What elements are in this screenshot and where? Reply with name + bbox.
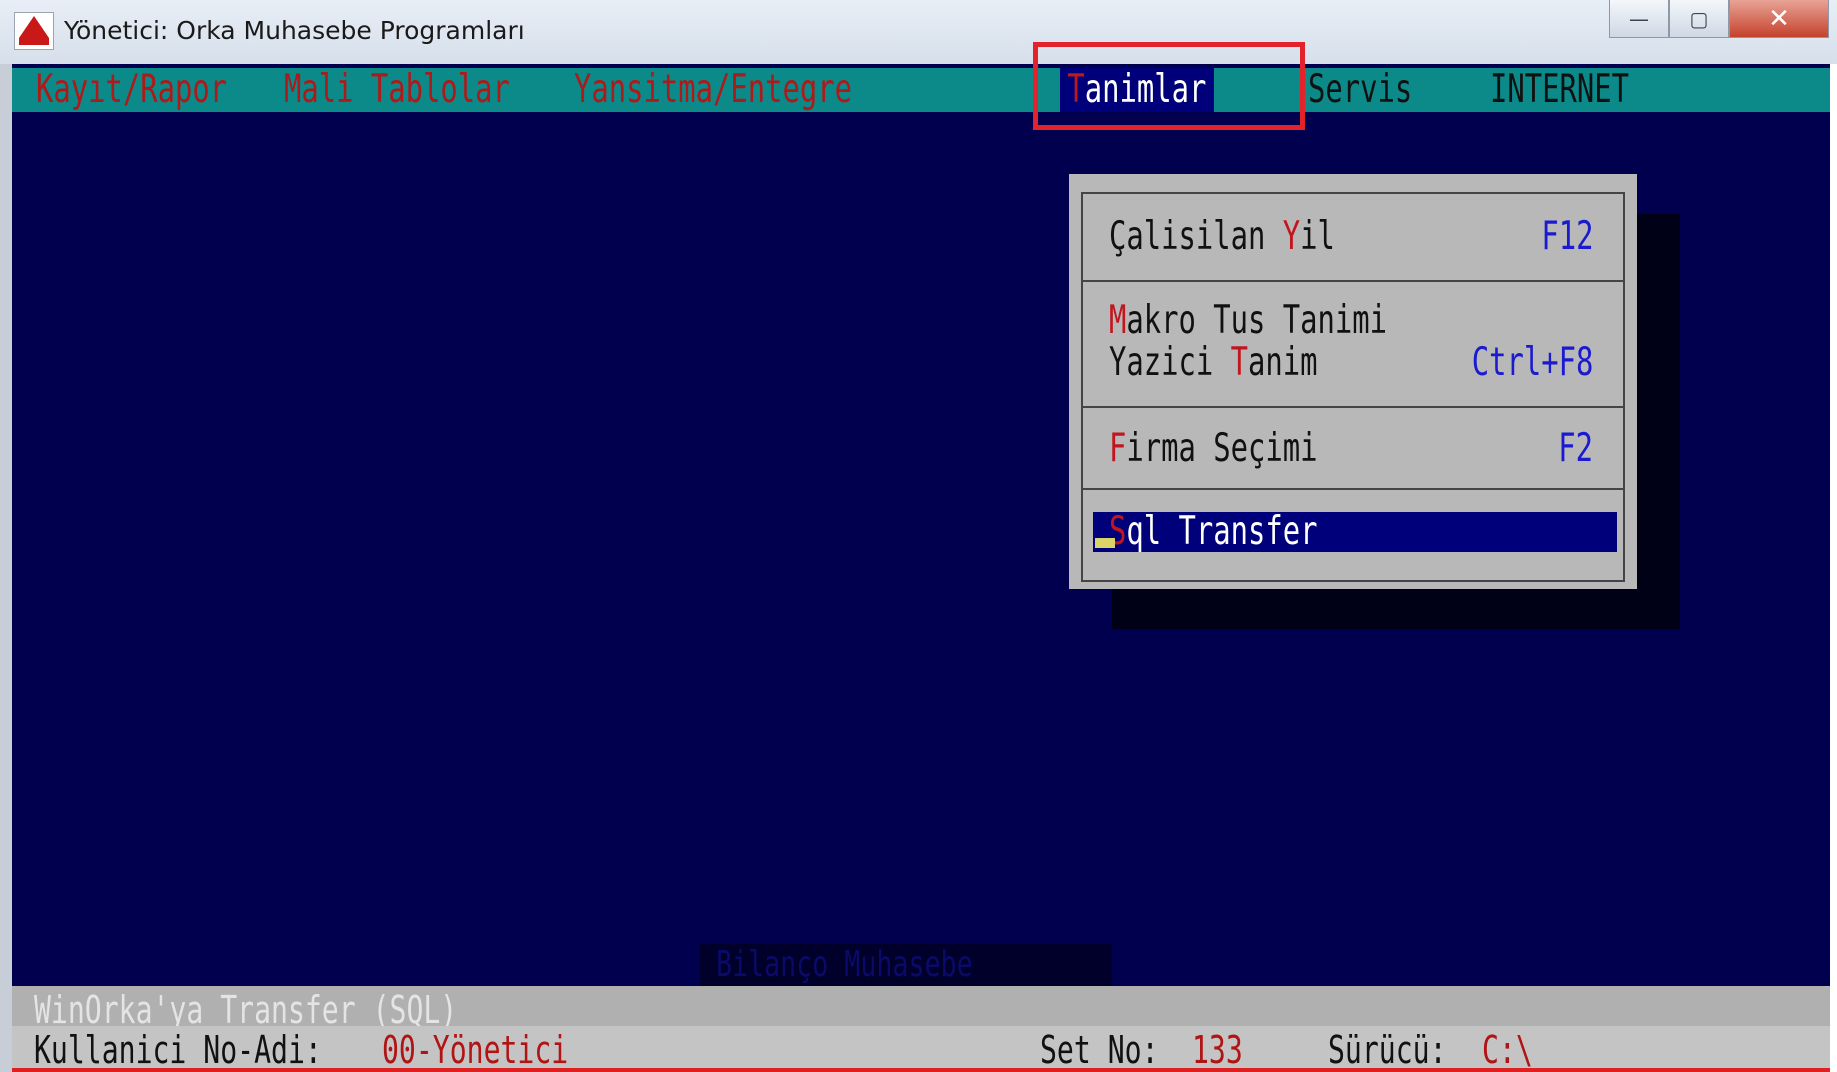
menu-kayit-rapor[interactable]: Kayıt/Rapor — [36, 68, 227, 112]
window-left-frame — [0, 64, 12, 1072]
menu-item-sql-transfer[interactable]: Sql Transfer — [1093, 512, 1617, 552]
item-label: akro Tus Tanimi — [1126, 298, 1388, 343]
menu-servis[interactable]: Servis — [1308, 68, 1412, 112]
shortcut-ctrl-f8: Ctrl+F8 — [1471, 340, 1593, 385]
hotkey-letter: F — [1109, 426, 1127, 471]
annotation-highlight-box — [1033, 42, 1305, 130]
close-button[interactable]: ✕ — [1729, 0, 1829, 38]
menu-item-firma-secimi[interactable]: Firma Seçimi F2 — [1083, 426, 1623, 474]
text-cursor — [1095, 538, 1115, 548]
window-titlebar[interactable]: Yönetici: Orka Muhasebe Programları — ▢ … — [0, 0, 1837, 64]
hotkey-letter: M — [1109, 298, 1127, 343]
app-logo-icon — [14, 12, 54, 50]
shortcut-f12: F12 — [1540, 214, 1593, 259]
item-label: alisilan — [1126, 214, 1283, 259]
menu-mali-tablolar[interactable]: Mali Tablolar — [284, 68, 510, 112]
menu-item-makro-tus-tanimi[interactable]: Makro Tus Tanimi — [1083, 298, 1623, 343]
menu-separator — [1083, 406, 1623, 408]
shortcut-f2: F2 — [1558, 426, 1593, 471]
user-value: 00-Yönetici — [382, 1028, 569, 1072]
status-info-row: Kullanici No-Adi: 00-Yönetici Set No: 13… — [12, 1026, 1830, 1072]
drive-label: Sürücü: — [1328, 1028, 1464, 1072]
item-label: irma Seçimi — [1126, 426, 1318, 471]
hotkey-letter: T — [1230, 340, 1249, 385]
item-label: Yazici — [1109, 340, 1231, 385]
main-menubar: Kayıt/Rapor Mali Tablolar Yansitma/Enteg… — [12, 68, 1830, 112]
window-title: Yönetici: Orka Muhasebe Programları — [64, 16, 525, 45]
tanimlar-dropdown: Çalisilan Yil F12 Makro Tus Tanimi Yazic… — [1069, 174, 1637, 589]
item-label: ql Transfer — [1126, 509, 1318, 554]
item-label: anim — [1248, 340, 1318, 385]
set-no-value: 133 — [1192, 1028, 1243, 1072]
menu-separator — [1083, 280, 1623, 282]
minimize-button[interactable]: — — [1609, 0, 1669, 38]
set-no-label: Set No: — [1040, 1028, 1176, 1072]
status-bar: WinOrka'ya Transfer (SQL) Kullanici No-A… — [12, 986, 1830, 1072]
maximize-button[interactable]: ▢ — [1669, 0, 1729, 38]
menu-yansitma-entegre[interactable]: Yansitma/Entegre — [574, 68, 852, 112]
menu-item-yazici-tanim[interactable]: Yazici Tanim Ctrl+F8 — [1083, 340, 1623, 385]
background-program-label: Bilanço Muhasebe — [700, 944, 1112, 986]
hotkey-letter: Ç — [1109, 214, 1127, 259]
user-label: Kullanici No-Adi: — [34, 1028, 339, 1072]
menu-separator — [1083, 488, 1623, 490]
menu-internet[interactable]: INTERNET — [1490, 68, 1629, 112]
item-label: il — [1300, 214, 1335, 259]
dos-console: Kayıt/Rapor Mali Tablolar Yansitma/Enteg… — [12, 64, 1830, 1072]
menu-item-calisilan-yil[interactable]: Çalisilan Yil F12 — [1083, 214, 1623, 262]
drive-value: C:\ — [1482, 1028, 1533, 1072]
hotkey-letter: Y — [1282, 214, 1301, 259]
